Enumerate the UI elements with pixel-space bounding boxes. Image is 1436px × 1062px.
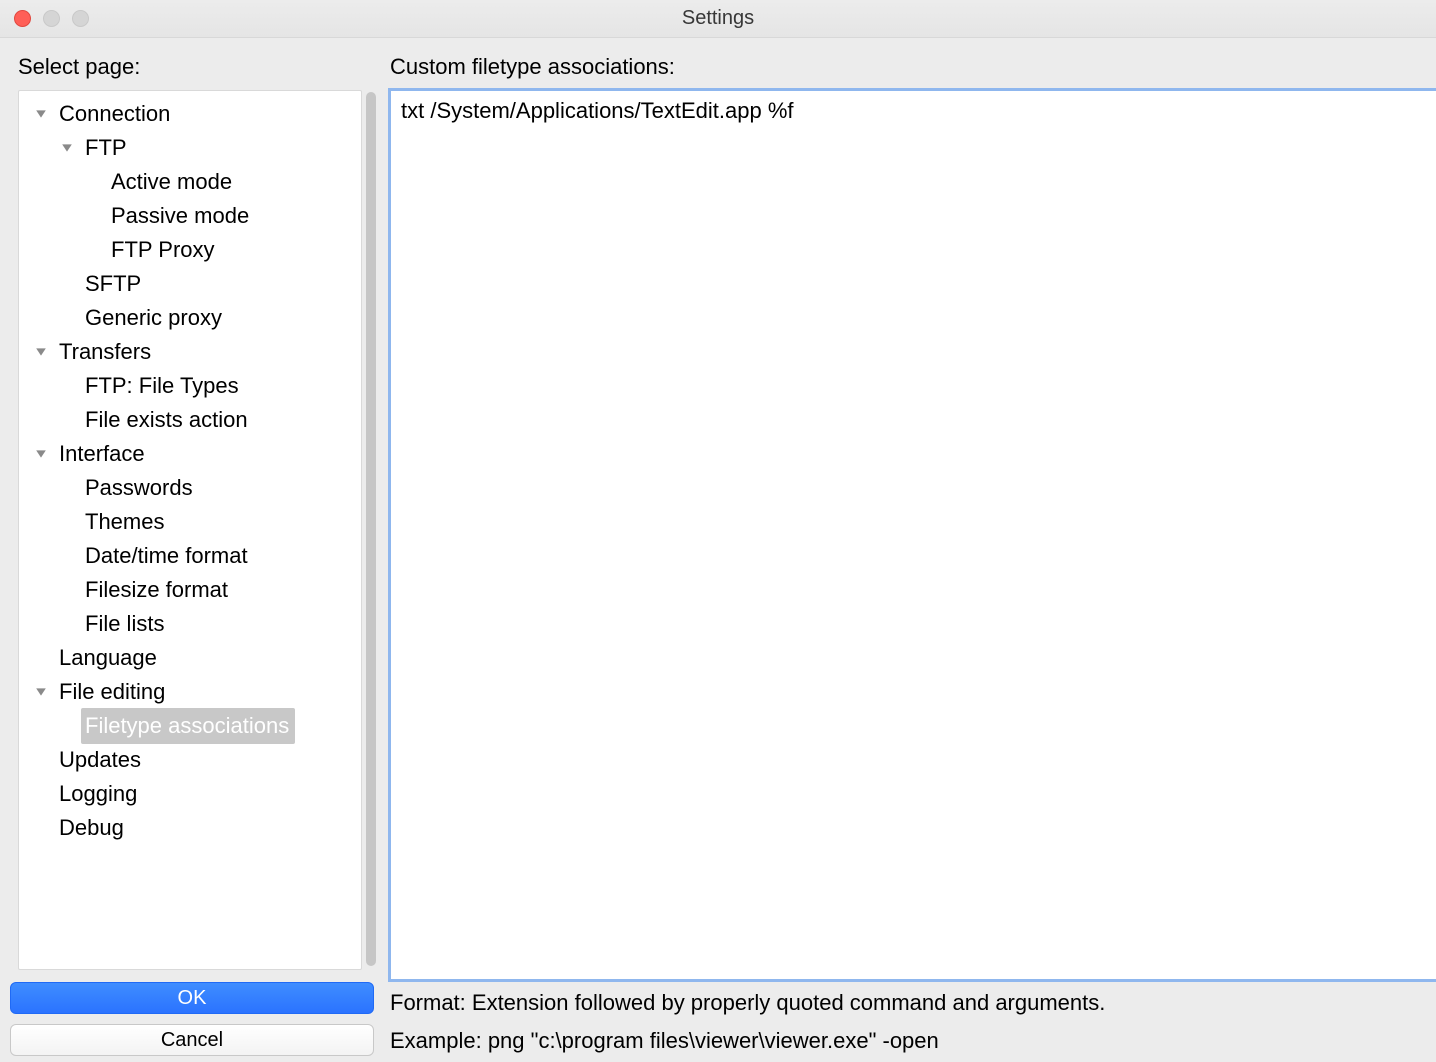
titlebar: Settings [0,0,1436,38]
tree-item[interactable]: Passwords [19,471,361,505]
cancel-button[interactable]: Cancel [10,1024,374,1056]
tree-item[interactable]: Date/time format [19,539,361,573]
tree-item-label: Debug [59,811,124,845]
window-controls [14,10,89,27]
tree-item[interactable]: Active mode [19,165,361,199]
tree-item[interactable]: FTP: File Types [19,369,361,403]
tree-item-label: Themes [85,505,164,539]
tree-item-label: File editing [59,675,165,709]
close-icon[interactable] [14,10,31,27]
tree-item-label: File exists action [85,403,248,437]
tree-item-label: Updates [59,743,141,777]
tree-item-label: FTP [85,131,127,165]
tree-item[interactable]: File lists [19,607,361,641]
tree-item-label: File lists [85,607,164,641]
dialog-buttons: OK Cancel [8,982,376,1056]
tree-item[interactable]: Interface [19,437,361,471]
tree-item-label: Language [59,641,157,675]
tree-wrap: ConnectionFTPActive modePassive modeFTP … [18,90,376,970]
tree-item[interactable]: Filetype associations [19,709,361,743]
page-tree[interactable]: ConnectionFTPActive modePassive modeFTP … [18,90,362,970]
custom-assoc-label: Custom filetype associations: [388,44,1436,88]
select-page-label: Select page: [8,44,376,90]
example-hint: Example: png "c:\program files\viewer\vi… [388,1016,1436,1062]
tree-item-label: Passwords [85,471,193,505]
tree-item-label: Date/time format [85,539,248,573]
maximize-icon[interactable] [72,10,89,27]
chevron-down-icon[interactable] [59,142,75,154]
tree-item[interactable]: Passive mode [19,199,361,233]
tree-item-label: Active mode [111,165,232,199]
tree-item[interactable]: FTP [19,131,361,165]
tree-item[interactable]: SFTP [19,267,361,301]
tree-item-label: Connection [59,97,170,131]
tree-item-label: Logging [59,777,137,811]
tree-item[interactable]: Filesize format [19,573,361,607]
chevron-down-icon[interactable] [33,108,49,120]
tree-item-label: Generic proxy [85,301,222,335]
left-column: Select page: ConnectionFTPActive modePas… [8,44,388,1062]
tree-item[interactable]: Connection [19,97,361,131]
ok-button[interactable]: OK [10,982,374,1014]
minimize-icon[interactable] [43,10,60,27]
tree-item[interactable]: File exists action [19,403,361,437]
tree-item[interactable]: Themes [19,505,361,539]
tree-item[interactable]: Debug [19,811,361,845]
chevron-down-icon[interactable] [33,448,49,460]
tree-scrollbar[interactable] [366,90,376,970]
tree-item[interactable]: Updates [19,743,361,777]
right-column: Custom filetype associations: Format: Ex… [388,44,1436,1062]
tree-item-label: FTP: File Types [85,369,239,403]
chevron-down-icon[interactable] [33,346,49,358]
main-area: Select page: ConnectionFTPActive modePas… [0,38,1436,1062]
tree-item-label: Filesize format [85,573,228,607]
chevron-down-icon[interactable] [33,686,49,698]
tree-item[interactable]: FTP Proxy [19,233,361,267]
tree-item-label: Interface [59,437,145,471]
tree-item-label: Passive mode [111,199,249,233]
tree-item-label: FTP Proxy [111,233,215,267]
tree-item[interactable]: Logging [19,777,361,811]
tree-item-label: Transfers [59,335,151,369]
format-hint: Format: Extension followed by properly q… [388,982,1436,1016]
tree-item-label: Filetype associations [81,708,295,744]
tree-item[interactable]: Language [19,641,361,675]
tree-item[interactable]: Generic proxy [19,301,361,335]
window-title: Settings [0,7,1436,30]
custom-assoc-input[interactable] [388,88,1436,982]
tree-item[interactable]: File editing [19,675,361,709]
tree-item[interactable]: Transfers [19,335,361,369]
tree-scrollbar-thumb[interactable] [366,92,376,966]
tree-item-label: SFTP [85,267,141,301]
